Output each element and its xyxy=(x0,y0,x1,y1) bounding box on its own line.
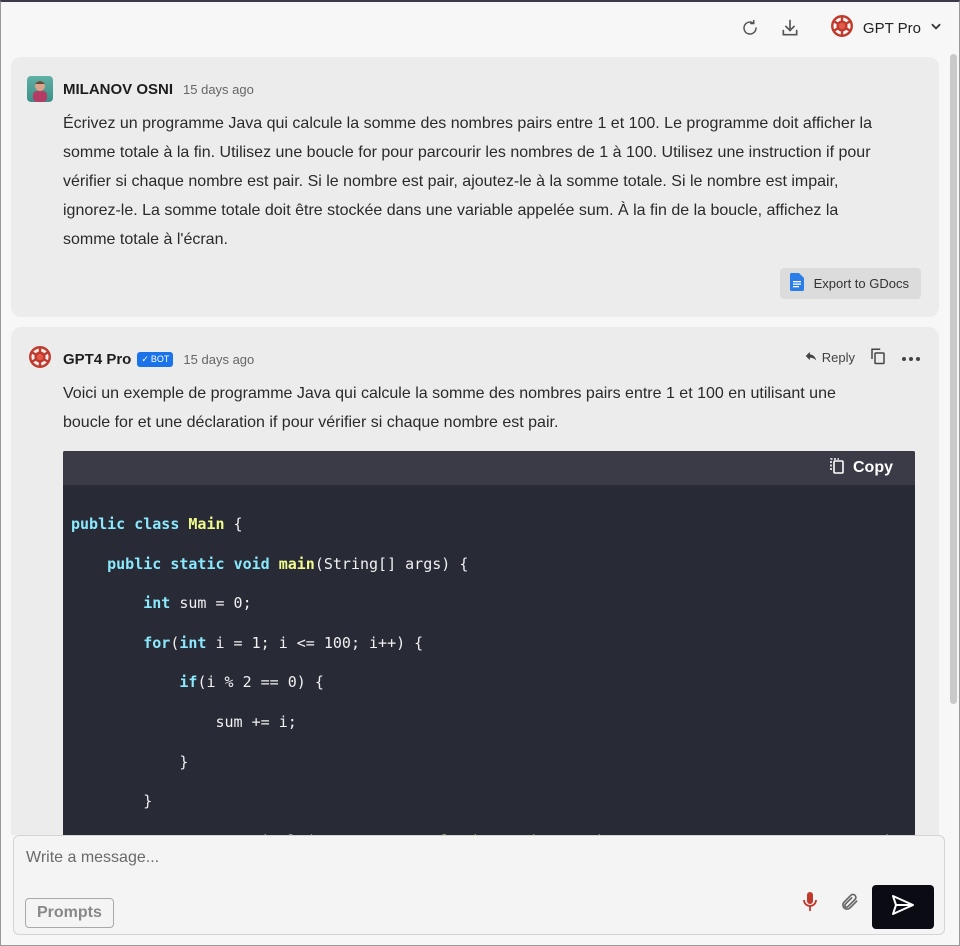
copy-label: Copy xyxy=(853,459,893,476)
code-line: } xyxy=(71,792,153,811)
code-block: Copy public class Main { public static v… xyxy=(63,451,915,835)
avatar xyxy=(27,76,53,102)
refresh-icon[interactable] xyxy=(737,15,763,41)
author-name: MILANOV OSNI xyxy=(63,80,174,98)
code-block-header: Copy xyxy=(63,451,915,485)
bot-message: GPT4 Pro ✓ BOT 15 days ago Reply Voici u… xyxy=(11,327,939,835)
bot-badge-label: BOT xyxy=(150,354,170,364)
check-icon: ✓ xyxy=(141,353,149,364)
timestamp: 15 days ago xyxy=(183,81,254,97)
download-icon[interactable] xyxy=(777,15,803,41)
reply-icon xyxy=(804,349,818,366)
user-message: MILANOV OSNI 15 days ago Écrivez un prog… xyxy=(11,57,939,317)
code-line: public class Main { xyxy=(71,515,243,533)
code-line: System.out.println("La somme totale des … xyxy=(71,822,907,835)
prompts-button[interactable]: Prompts xyxy=(25,898,114,928)
model-label: GPT Pro xyxy=(862,19,921,37)
chevron-down-icon xyxy=(929,19,943,37)
attachment-icon[interactable] xyxy=(840,891,860,918)
openai-logo-icon xyxy=(829,13,855,43)
export-label: Export to GDocs xyxy=(813,276,909,291)
author-name: GPT4 Pro xyxy=(63,350,132,368)
timestamp: 15 days ago xyxy=(183,351,255,367)
code-line: sum += i; xyxy=(71,712,297,731)
code-line: int sum = 0; xyxy=(143,594,252,613)
reply-label: Reply xyxy=(821,350,855,365)
google-docs-icon xyxy=(789,273,804,294)
send-button[interactable] xyxy=(872,885,934,929)
message-header: MILANOV OSNI 15 days ago xyxy=(27,75,921,103)
conversation-area: MILANOV OSNI 15 days ago Écrivez un prog… xyxy=(1,54,949,835)
message-actions: Reply xyxy=(804,347,921,368)
top-bar: GPT Pro xyxy=(1,2,959,54)
code-line: if(i % 2 == 0) { xyxy=(179,673,324,692)
message-text: Voici un exemple de programme Java qui c… xyxy=(63,385,836,431)
reply-button[interactable]: Reply xyxy=(804,349,855,366)
code-line: for(int i = 1; i <= 100; i++) { xyxy=(143,633,424,652)
copy-icon[interactable] xyxy=(869,347,887,368)
code-line: public static void main(String[] args) { xyxy=(107,554,469,573)
copy-code-button[interactable]: Copy xyxy=(829,457,893,480)
message-input[interactable] xyxy=(14,836,944,880)
copy-icon xyxy=(829,457,845,480)
export-to-gdocs-button[interactable]: Export to GDocs xyxy=(779,268,921,299)
message-header: GPT4 Pro ✓ BOT 15 days ago xyxy=(27,345,921,373)
microphone-icon[interactable] xyxy=(802,891,818,918)
model-selector[interactable]: GPT Pro xyxy=(829,13,943,43)
code-content: public class Main { public static void m… xyxy=(63,485,915,835)
message-text: Écrivez un programme Java qui calcule la… xyxy=(63,115,872,248)
code-line: } xyxy=(71,752,189,771)
more-options-icon[interactable] xyxy=(901,350,921,365)
openai-logo-icon xyxy=(27,344,53,375)
scrollbar[interactable] xyxy=(950,54,957,704)
message-composer: Prompts xyxy=(13,835,945,935)
bot-badge: ✓ BOT xyxy=(137,351,174,367)
send-icon xyxy=(891,894,915,921)
